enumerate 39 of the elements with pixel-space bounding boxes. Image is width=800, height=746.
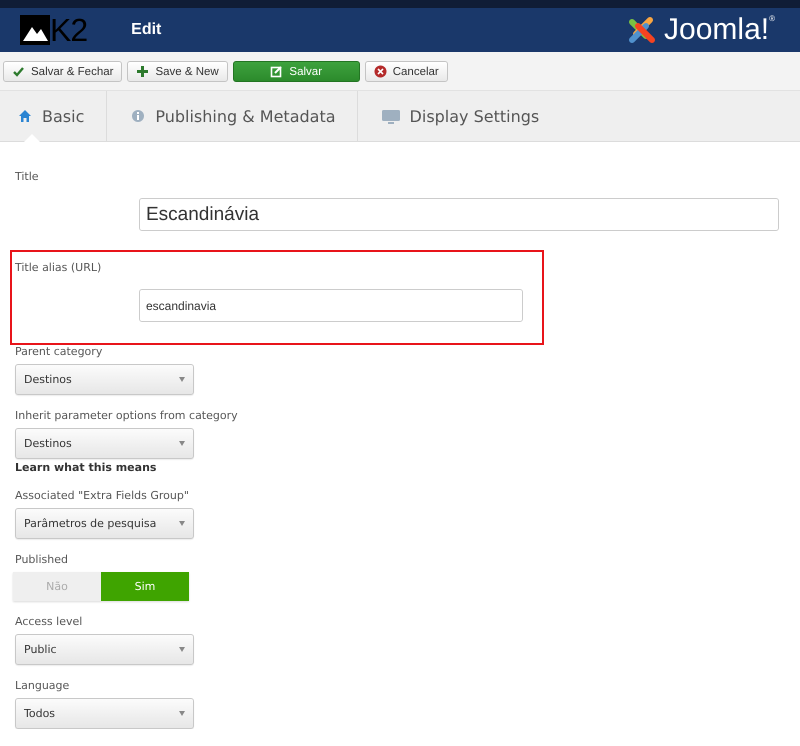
- page-title: Edit: [131, 21, 162, 39]
- field-label: Published: [15, 553, 69, 567]
- tab[interactable]: Publishing & Metadata: [107, 91, 358, 141]
- field-label: Associated "Extra Fields Group": [15, 489, 190, 503]
- toolbar-button[interactable]: Save & New: [127, 61, 228, 82]
- mountain-logo-icon: [20, 15, 50, 45]
- caret-icon: [179, 711, 185, 716]
- plus-icon: [136, 65, 150, 78]
- dropdown[interactable]: Public: [15, 634, 194, 665]
- text-field[interactable]: escandinavia: [139, 289, 523, 322]
- field-label: Access level: [15, 615, 84, 629]
- info-icon: [131, 109, 146, 123]
- home-icon: [18, 109, 32, 123]
- toolbar-button[interactable]: Salvar & Fechar: [3, 61, 122, 82]
- tab[interactable]: Display Settings: [358, 91, 560, 141]
- caret-icon: [179, 377, 185, 382]
- edit-icon: [270, 65, 284, 78]
- check-icon: [12, 65, 25, 78]
- field-label: Inherit parameter options from category: [15, 409, 239, 423]
- caret-icon: [179, 647, 185, 652]
- dropdown[interactable]: Todos: [15, 698, 194, 729]
- field-label: Title: [15, 170, 40, 184]
- dropdown[interactable]: Destinos: [15, 428, 194, 459]
- dropdown[interactable]: Destinos: [15, 364, 194, 395]
- toolbar-button[interactable]: Salvar: [232, 61, 360, 82]
- tab[interactable]: Basic: [0, 91, 108, 141]
- field-label: Parent category: [15, 345, 104, 359]
- logo-text: K2: [50, 14, 88, 46]
- toolbar-button[interactable]: Cancelar: [364, 61, 448, 82]
- caret-icon: [179, 521, 185, 526]
- text-field[interactable]: Escandinávia: [139, 198, 779, 231]
- caret-icon: [179, 441, 185, 446]
- monitor-icon: [382, 108, 400, 124]
- brand-name: Joomla!$^{®}$: [664, 15, 775, 45]
- dropdown[interactable]: Parâmetros de pesquisa: [15, 508, 194, 539]
- cancel-icon: [374, 65, 387, 78]
- help-link[interactable]: Learn what this means: [15, 461, 800, 475]
- field-label: Language: [15, 679, 70, 693]
- field-label: Title alias (URL): [15, 261, 102, 275]
